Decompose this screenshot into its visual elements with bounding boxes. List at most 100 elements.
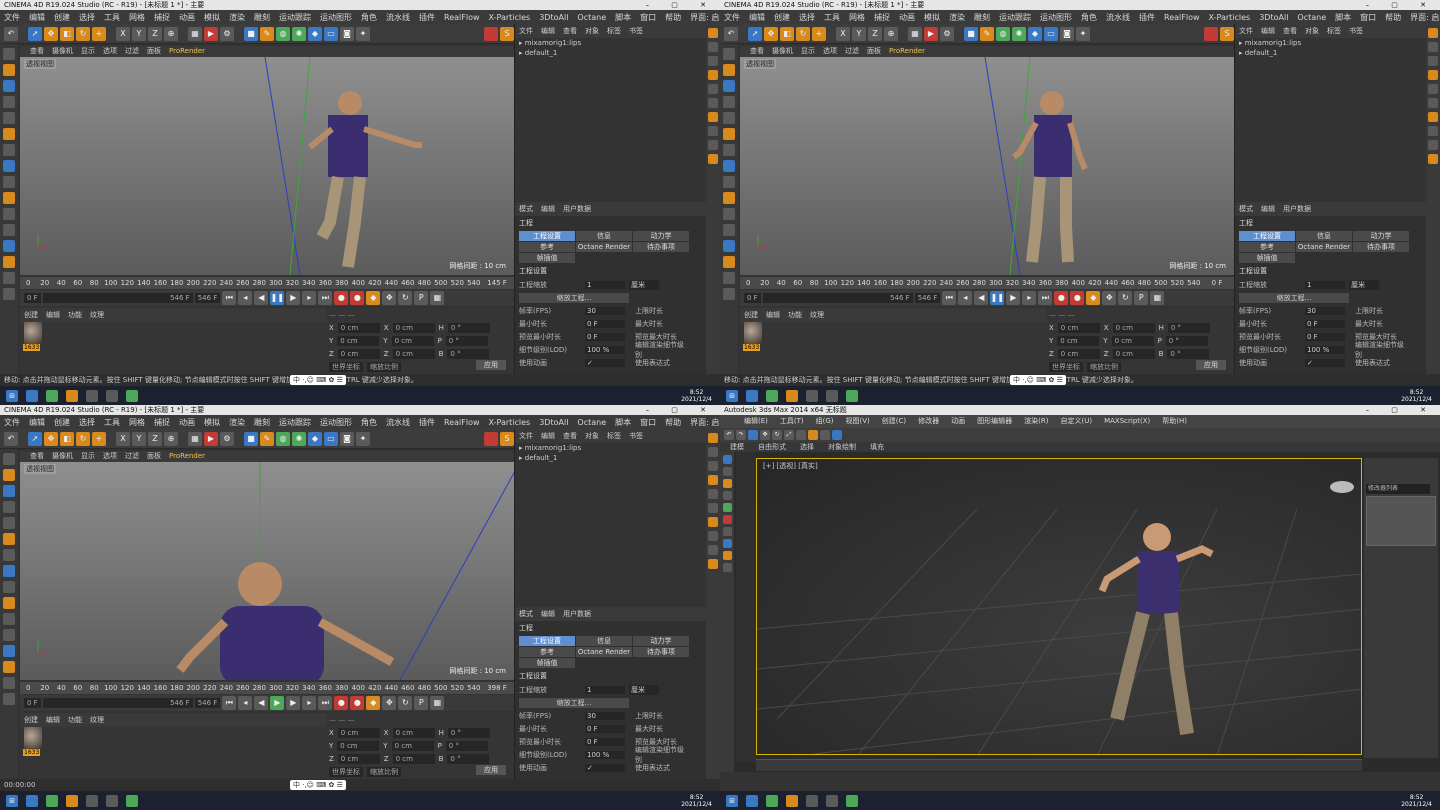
mode-icon[interactable]: [3, 501, 15, 513]
unit-dropdown[interactable]: 厘米: [629, 684, 659, 695]
y-axis-icon[interactable]: Y: [132, 26, 146, 41]
array-icon[interactable]: ✺: [1012, 26, 1026, 41]
window-controls[interactable]: – ▢ ✕: [1366, 0, 1436, 10]
mode-icon[interactable]: [3, 96, 15, 108]
autokey-icon[interactable]: ●: [1070, 291, 1085, 305]
viewport-menu-item[interactable]: 摄像机: [52, 451, 73, 462]
attribute-tab[interactable]: 动力学: [1353, 231, 1409, 241]
world-coord-dropdown[interactable]: 世界坐标: [329, 766, 363, 777]
script-icon[interactable]: S: [500, 431, 514, 446]
pen-icon[interactable]: ✎: [260, 26, 274, 41]
ime-toolbar[interactable]: 中 ·,☺ ⌨ ✿ ☰: [290, 375, 346, 385]
start-frame-field[interactable]: 0 F: [744, 293, 761, 303]
light-icon[interactable]: ✦: [356, 26, 370, 41]
array-icon[interactable]: ✺: [292, 431, 306, 446]
param-key-icon[interactable]: P: [1134, 291, 1149, 305]
panel-tab-icon[interactable]: [708, 475, 718, 485]
panel-tab-icon[interactable]: [708, 42, 718, 52]
material-name[interactable]: 1633: [743, 344, 761, 351]
ribbon-tab[interactable]: 填充: [870, 442, 884, 452]
menu-item[interactable]: 角色: [1081, 12, 1097, 23]
move-key-icon[interactable]: ✥: [382, 291, 397, 305]
mode-icon[interactable]: [3, 48, 15, 60]
ime-toolbar[interactable]: 中 ·,☺ ⌨ ✿ ☰: [1010, 375, 1066, 385]
viewport-menu-item[interactable]: 选项: [103, 451, 117, 462]
material-menu-item[interactable]: 纹理: [810, 310, 824, 320]
menu-item[interactable]: 窗口: [640, 417, 656, 428]
y-axis-icon[interactable]: Y: [852, 26, 866, 41]
object-menu-item[interactable]: 对象: [1305, 26, 1319, 36]
property-field[interactable]: 30: [1305, 306, 1345, 315]
menu-item[interactable]: 角色: [361, 12, 377, 23]
max-icon[interactable]: [126, 794, 138, 807]
menu-item[interactable]: 文件: [4, 12, 20, 23]
cube-icon[interactable]: ■: [244, 431, 258, 446]
perspective-viewport[interactable]: 透视视图 网格间距 : 10 cm: [20, 57, 514, 275]
render-view-icon[interactable]: ▦: [908, 26, 922, 41]
mode-icon[interactable]: [723, 160, 735, 172]
mode-icon[interactable]: [723, 64, 735, 76]
panel-tab-icon[interactable]: [708, 56, 718, 66]
viewport-menu-item[interactable]: 过滤: [125, 451, 139, 462]
menu-item[interactable]: 运动图形: [320, 417, 352, 428]
attribute-tab[interactable]: 动力学: [633, 636, 689, 646]
max-menu-item[interactable]: 视图(V): [846, 415, 870, 428]
layout-selector[interactable]: 界面: 启动 (用户): [690, 12, 720, 23]
add-icon[interactable]: +: [92, 431, 106, 446]
undo-icon[interactable]: ↶: [724, 26, 738, 41]
perspective-viewport[interactable]: 透视视图 网格间距 : 10 cm: [740, 57, 1234, 275]
material-menu-item[interactable]: 创建: [24, 715, 38, 725]
end-frame-field[interactable]: 546 F: [194, 698, 221, 708]
play-icon[interactable]: ❚❚: [270, 291, 285, 305]
world-icon[interactable]: ⊕: [884, 26, 898, 41]
viewport-menu-item[interactable]: 选项: [823, 46, 837, 57]
rotate-icon[interactable]: ↻: [76, 431, 90, 446]
modifier-stack[interactable]: [1366, 496, 1436, 546]
coord-field[interactable]: 0 cm: [391, 335, 434, 346]
object-menu-item[interactable]: 查看: [563, 26, 577, 36]
mode-icon[interactable]: [3, 629, 15, 641]
object-tree-item[interactable]: ▸ mixamorig1:lips: [515, 38, 706, 48]
scale-dropdown[interactable]: 缩放比例: [367, 361, 401, 372]
material-name[interactable]: 1633: [23, 749, 41, 756]
coord-field[interactable]: 0 cm: [392, 753, 435, 764]
menu-item[interactable]: 插件: [419, 12, 435, 23]
c4d-icon[interactable]: [826, 794, 838, 807]
panel-tab-icon[interactable]: [708, 559, 718, 569]
move-icon[interactable]: ✥: [760, 430, 770, 440]
go-end-icon[interactable]: ⏭: [318, 696, 333, 710]
viewport-menu-item[interactable]: 过滤: [125, 46, 139, 57]
material-menu-item[interactable]: 纹理: [90, 715, 104, 725]
object-menu-item[interactable]: 标签: [607, 26, 621, 36]
coord-field[interactable]: 0 cm: [1112, 348, 1155, 359]
menu-item[interactable]: 模拟: [204, 12, 220, 23]
move-icon[interactable]: ✥: [44, 26, 58, 41]
menu-item[interactable]: 运动跟踪: [279, 417, 311, 428]
property-field[interactable]: 100 %: [1305, 345, 1345, 354]
object-menu-item[interactable]: 标签: [607, 431, 621, 441]
attribute-tab[interactable]: 工程设置: [519, 231, 575, 241]
material-menu-item[interactable]: 创建: [744, 310, 758, 320]
undo-icon[interactable]: ↶: [4, 431, 18, 446]
panel-tab-icon[interactable]: [708, 489, 718, 499]
mode-icon[interactable]: [3, 224, 15, 236]
coord-field[interactable]: 0 cm: [337, 740, 380, 751]
record-icon[interactable]: ●: [334, 291, 349, 305]
menu-item[interactable]: 脚本: [1335, 12, 1351, 23]
menu-item[interactable]: 动画: [899, 12, 915, 23]
object-tree-item[interactable]: ▸ default_1: [1235, 48, 1426, 58]
keyframe-icon[interactable]: ◆: [1086, 291, 1101, 305]
play-icon[interactable]: ▶: [270, 696, 285, 710]
max-icon[interactable]: [126, 389, 138, 402]
menu-item[interactable]: 模拟: [924, 12, 940, 23]
scale-project-button[interactable]: 缩放工程...: [519, 697, 629, 708]
select-icon[interactable]: ➚: [28, 26, 42, 41]
material-thumbnail[interactable]: [24, 322, 42, 344]
camera-icon[interactable]: ◙: [1060, 26, 1074, 41]
attribute-tab[interactable]: 参考: [519, 647, 575, 657]
coord-field[interactable]: 0 cm: [1057, 348, 1100, 359]
object-menu-item[interactable]: 文件: [519, 26, 533, 36]
property-field[interactable]: 100 %: [585, 345, 625, 354]
mode-icon[interactable]: [3, 208, 15, 220]
property-field[interactable]: 0 F: [1305, 332, 1345, 341]
